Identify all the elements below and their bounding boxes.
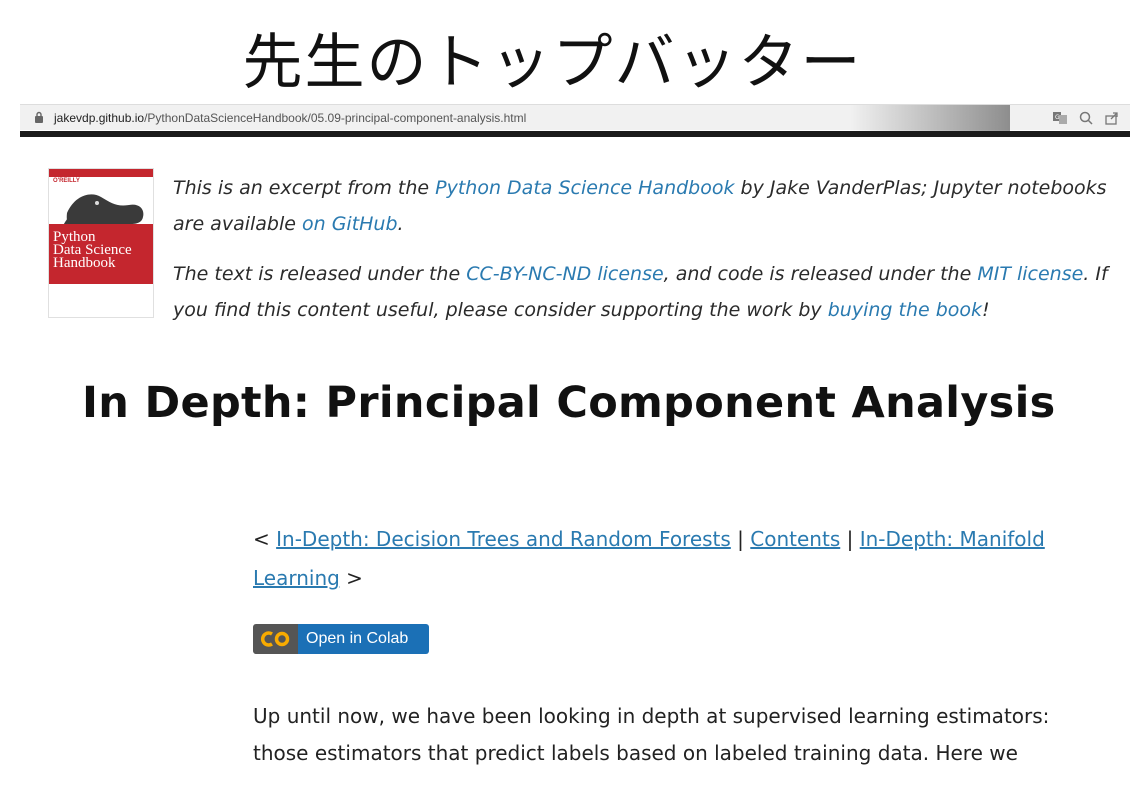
url-domain: jakevdp.github.io xyxy=(54,111,145,125)
nav-separator: | xyxy=(840,527,860,551)
cover-title-line: Handbook xyxy=(53,255,116,271)
colab-label: Open in Colab xyxy=(298,624,429,654)
intro-paragraph-1: This is an excerpt from the Python Data … xyxy=(173,170,1133,242)
intro-text: This is an excerpt from the Python Data … xyxy=(173,170,1133,342)
intro-paragraph-2: The text is released under the CC-BY-NC-… xyxy=(173,256,1133,328)
book-cover-image: O'REILLY Python Data Science Handbook xyxy=(48,168,154,318)
nav-bracket: > xyxy=(339,566,363,590)
mit-license-link[interactable]: MIT license xyxy=(977,263,1083,285)
intro-text-span: , and code is released under the xyxy=(663,263,978,285)
nav-bracket: < xyxy=(253,527,277,551)
translate-icon[interactable]: G xyxy=(1052,110,1068,126)
url-text[interactable]: jakevdp.github.io/PythonDataScienceHandb… xyxy=(54,111,526,125)
screen-shade xyxy=(850,105,1010,131)
colab-logo-icon xyxy=(253,624,298,654)
github-link[interactable]: on GitHub xyxy=(302,213,398,235)
contents-link[interactable]: Contents xyxy=(750,527,840,551)
zoom-icon[interactable] xyxy=(1078,110,1094,126)
nav-separator: | xyxy=(730,527,751,551)
cover-band xyxy=(49,169,153,177)
cc-license-link[interactable]: CC-BY-NC-ND license xyxy=(466,263,663,285)
url-path: /PythonDataScienceHandbook/05.09-princip… xyxy=(144,111,527,125)
prev-chapter-link[interactable]: In-Depth: Decision Trees and Random Fore… xyxy=(276,527,731,551)
page-title: In Depth: Principal Component Analysis xyxy=(82,378,1056,428)
intro-text-span: . xyxy=(397,213,404,235)
intro-text-span: This is an excerpt from the xyxy=(173,177,436,199)
cover-title: Python Data Science Handbook xyxy=(53,230,149,271)
handbook-link[interactable]: Python Data Science Handbook xyxy=(435,177,734,199)
lock-icon xyxy=(35,111,43,123)
chapter-navigation: < In-Depth: Decision Trees and Random Fo… xyxy=(253,520,1053,598)
slide-title: 先生のトップバッター xyxy=(242,28,863,98)
svg-text:G: G xyxy=(1055,114,1060,121)
page-top-bar xyxy=(20,131,1130,137)
open-in-colab-badge[interactable]: Open in Colab xyxy=(253,624,429,654)
buy-book-link[interactable]: buying the book xyxy=(828,299,982,321)
intro-text-span: The text is released under the xyxy=(173,263,467,285)
share-icon[interactable] xyxy=(1104,110,1120,126)
address-bar[interactable]: jakevdp.github.io/PythonDataScienceHandb… xyxy=(20,104,1130,131)
body-paragraph: Up until now, we have been looking in de… xyxy=(253,704,1050,765)
intro-text-span: ! xyxy=(982,299,990,321)
